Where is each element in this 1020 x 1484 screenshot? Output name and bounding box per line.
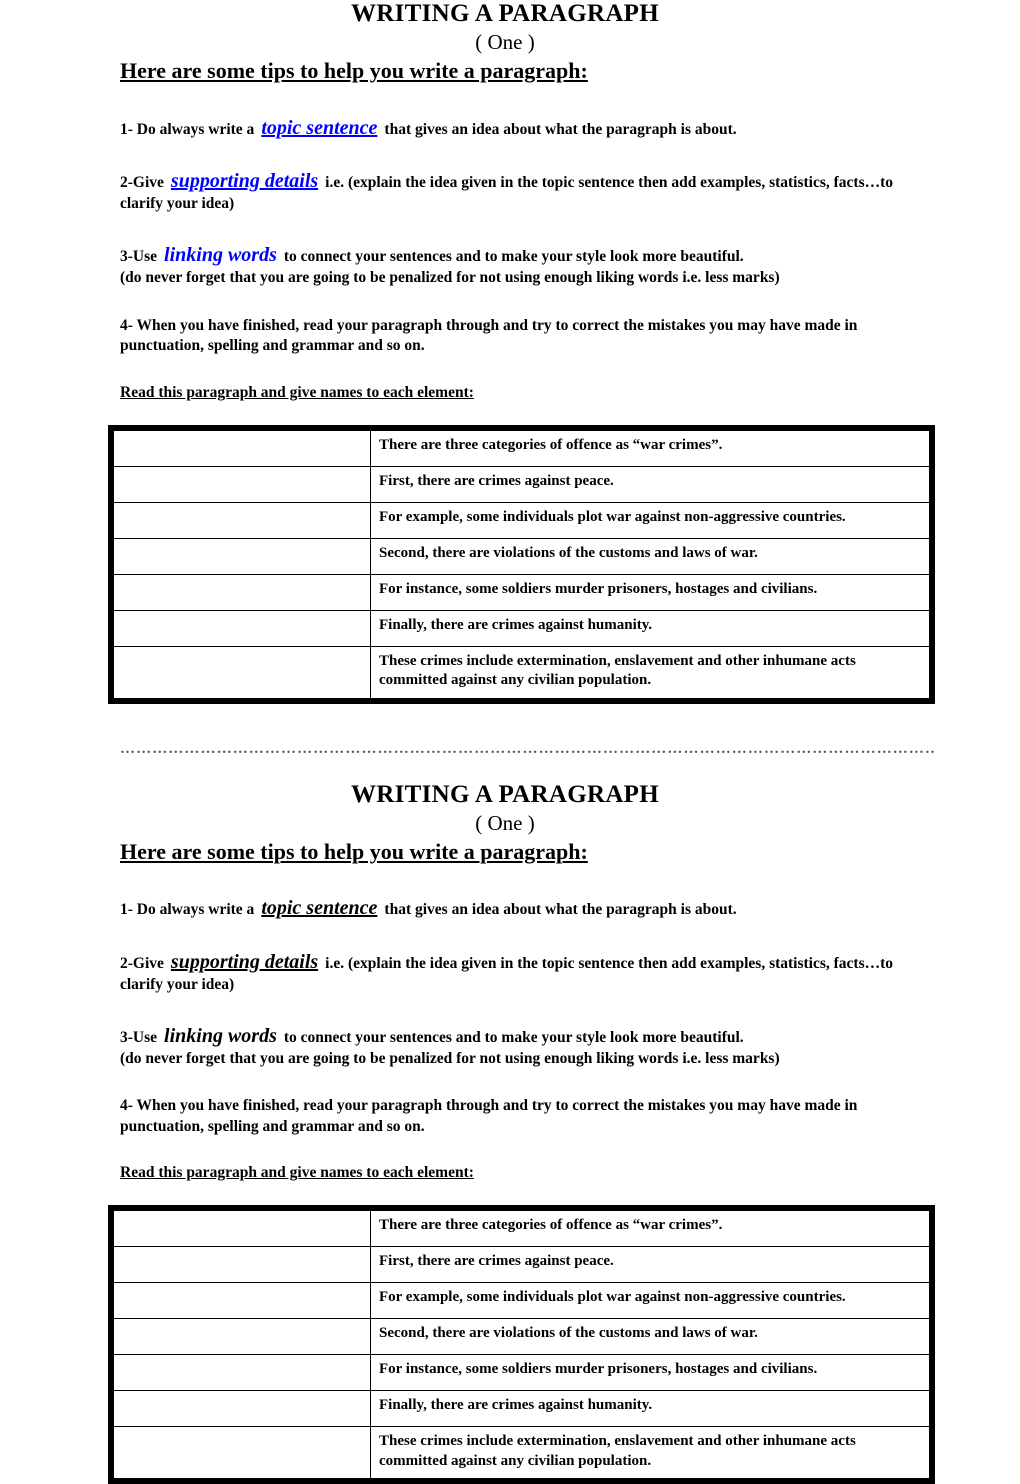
table-row: First, there are crimes against peace. xyxy=(113,465,930,503)
tip-item-4: 4- When you have finished, read your par… xyxy=(120,316,935,357)
tip-3-highlight: linking words xyxy=(164,243,277,266)
table-row: For instance, some soldiers murder priso… xyxy=(113,1354,930,1392)
table-row: For example, some individuals plot war a… xyxy=(113,501,930,539)
tip-2-highlight-two: supporting details xyxy=(170,950,319,973)
element-sentence-cell: Finally, there are crimes against humani… xyxy=(370,609,930,647)
table-row: These crimes include extermination, ensl… xyxy=(113,1426,930,1480)
page-title: WRITING A PARAGRAPH xyxy=(350,0,660,27)
element-label-cell[interactable] xyxy=(113,1390,371,1428)
tip-3-rest-two: to connect your sentences and to make yo… xyxy=(283,1028,744,1046)
element-sentence-cell: Second, there are violations of the cust… xyxy=(370,537,930,575)
element-label-cell[interactable] xyxy=(113,1210,371,1248)
table-row: There are three categories of offence as… xyxy=(113,429,930,467)
worksheet-section-one: WRITING A PARAGRAPH ( One ) Here are som… xyxy=(0,0,1020,704)
tip-1-rest: that gives an idea about what the paragr… xyxy=(384,120,737,138)
tip-item-2-two: 2-Give supporting details i.e. (explain th… xyxy=(120,949,935,996)
tip-1-number: 1- Do always write a xyxy=(120,120,255,138)
table-row: These crimes include extermination, ensl… xyxy=(113,645,930,699)
elements-table-two: There are three categories of offence as… xyxy=(113,1210,930,1480)
worksheet-section-two: WRITING A PARAGRAPH ( One ) Here are som… xyxy=(0,781,1020,1484)
element-sentence-cell: Second, there are violations of the cust… xyxy=(370,1318,930,1356)
tip-4-number: 4- When you have finished, read your par… xyxy=(120,316,858,334)
tip-2-number: 2-Give xyxy=(120,173,164,191)
element-sentence-cell: These crimes include extermination, ensl… xyxy=(370,1426,930,1480)
read-instruction-heading: Read this paragraph and give names to ea… xyxy=(120,383,474,401)
tips-heading-two: Here are some tips to help you write a p… xyxy=(120,838,588,864)
page-subtitle: ( One ) xyxy=(475,30,535,54)
elements-table-wrapper-two: There are three categories of offence as… xyxy=(108,1205,935,1484)
table-row: Finally, there are crimes against humani… xyxy=(113,1390,930,1428)
tip-3-line2-two: (do never forget that you are going to b… xyxy=(120,1049,780,1067)
tip-3-number-two: 3-Use xyxy=(120,1028,158,1046)
element-sentence-cell: There are three categories of offence as… xyxy=(370,1210,930,1248)
tip-2-rest-two: i.e. (explain the idea given in the topi… xyxy=(325,954,894,972)
tip-4-line2-two: punctuation, spelling and grammar and so… xyxy=(120,1117,425,1135)
tip-4-number-two: 4- When you have finished, read your par… xyxy=(120,1097,858,1115)
element-label-cell[interactable] xyxy=(113,429,371,467)
elements-table-one: There are three categories of offence as… xyxy=(113,429,930,699)
tip-item-1: 1- Do always write a topic sentence that g… xyxy=(120,115,935,141)
element-sentence-cell: There are three categories of offence as… xyxy=(370,429,930,467)
table-row: First, there are crimes against peace. xyxy=(113,1246,930,1284)
element-sentence-cell: For instance, some soldiers murder priso… xyxy=(370,573,930,611)
tip-3-number: 3-Use xyxy=(120,247,158,265)
element-sentence-cell: For example, some individuals plot war a… xyxy=(370,1282,930,1320)
element-label-cell[interactable] xyxy=(113,537,371,575)
tips-heading: Here are some tips to help you write a p… xyxy=(120,58,588,84)
element-label-cell[interactable] xyxy=(113,465,371,503)
element-sentence-cell: Finally, there are crimes against humani… xyxy=(370,1390,930,1428)
element-label-cell[interactable] xyxy=(113,1426,371,1480)
tip-2-line2: clarify your idea) xyxy=(120,195,235,213)
tip-1-rest-two: that gives an idea about what the paragr… xyxy=(384,901,737,919)
tip-item-3-two: 3-Use linking words to connect your senten… xyxy=(120,1023,935,1070)
tip-1-highlight: topic sentence xyxy=(261,116,378,139)
elements-table-wrapper-one: There are three categories of offence as… xyxy=(108,424,935,704)
element-label-cell[interactable] xyxy=(113,573,371,611)
element-label-cell[interactable] xyxy=(113,501,371,539)
tip-2-number-two: 2-Give xyxy=(120,954,164,972)
element-label-cell[interactable] xyxy=(113,1354,371,1392)
table-row: For instance, some soldiers murder priso… xyxy=(113,573,930,611)
element-sentence-cell: These crimes include extermination, ensl… xyxy=(370,645,930,699)
tip-4-line2: punctuation, spelling and grammar and so… xyxy=(120,337,425,355)
dotted-separator: …………………………………………………………………………………………………………… xyxy=(120,741,935,757)
page-subtitle-two: ( One ) xyxy=(475,810,535,835)
tip-item-4-two: 4- When you have finished, read your par… xyxy=(120,1096,935,1137)
table-row: There are three categories of offence as… xyxy=(113,1210,930,1248)
tip-2-highlight: supporting details xyxy=(170,169,319,192)
table-row: For example, some individuals plot war a… xyxy=(113,1282,930,1320)
element-sentence-cell: First, there are crimes against peace. xyxy=(370,1246,930,1284)
tip-3-line2: (do never forget that you are going to b… xyxy=(120,269,780,287)
element-label-cell[interactable] xyxy=(113,1246,371,1284)
tip-3-rest: to connect your sentences and to make yo… xyxy=(283,247,744,265)
element-label-cell[interactable] xyxy=(113,1318,371,1356)
read-instruction-heading-two: Read this paragraph and give names to ea… xyxy=(120,1164,474,1182)
tip-item-2: 2-Give supporting details i.e. (explain th… xyxy=(120,168,935,215)
element-label-cell[interactable] xyxy=(113,645,371,699)
element-sentence-cell: First, there are crimes against peace. xyxy=(370,465,930,503)
element-label-cell[interactable] xyxy=(113,609,371,647)
tip-item-3: 3-Use linking words to connect your senten… xyxy=(120,242,935,289)
element-sentence-cell: For instance, some soldiers murder priso… xyxy=(370,1354,930,1392)
table-row: Second, there are violations of the cust… xyxy=(113,537,930,575)
element-label-cell[interactable] xyxy=(113,1282,371,1320)
tip-1-highlight-two: topic sentence xyxy=(261,897,378,920)
tip-2-line2-two: clarify your idea) xyxy=(120,976,235,994)
table-row: Second, there are violations of the cust… xyxy=(113,1318,930,1356)
tip-item-1-two: 1- Do always write a topic sentence that g… xyxy=(120,895,935,921)
element-sentence-cell: For example, some individuals plot war a… xyxy=(370,501,930,539)
tip-3-highlight-two: linking words xyxy=(164,1024,277,1047)
table-row: Finally, there are crimes against humani… xyxy=(113,609,930,647)
page-title-two: WRITING A PARAGRAPH xyxy=(350,780,660,808)
tip-1-number-two: 1- Do always write a xyxy=(120,901,255,919)
tip-2-rest: i.e. (explain the idea given in the topi… xyxy=(325,173,894,191)
worksheet-page: WRITING A PARAGRAPH ( One ) Here are som… xyxy=(0,0,1020,1484)
